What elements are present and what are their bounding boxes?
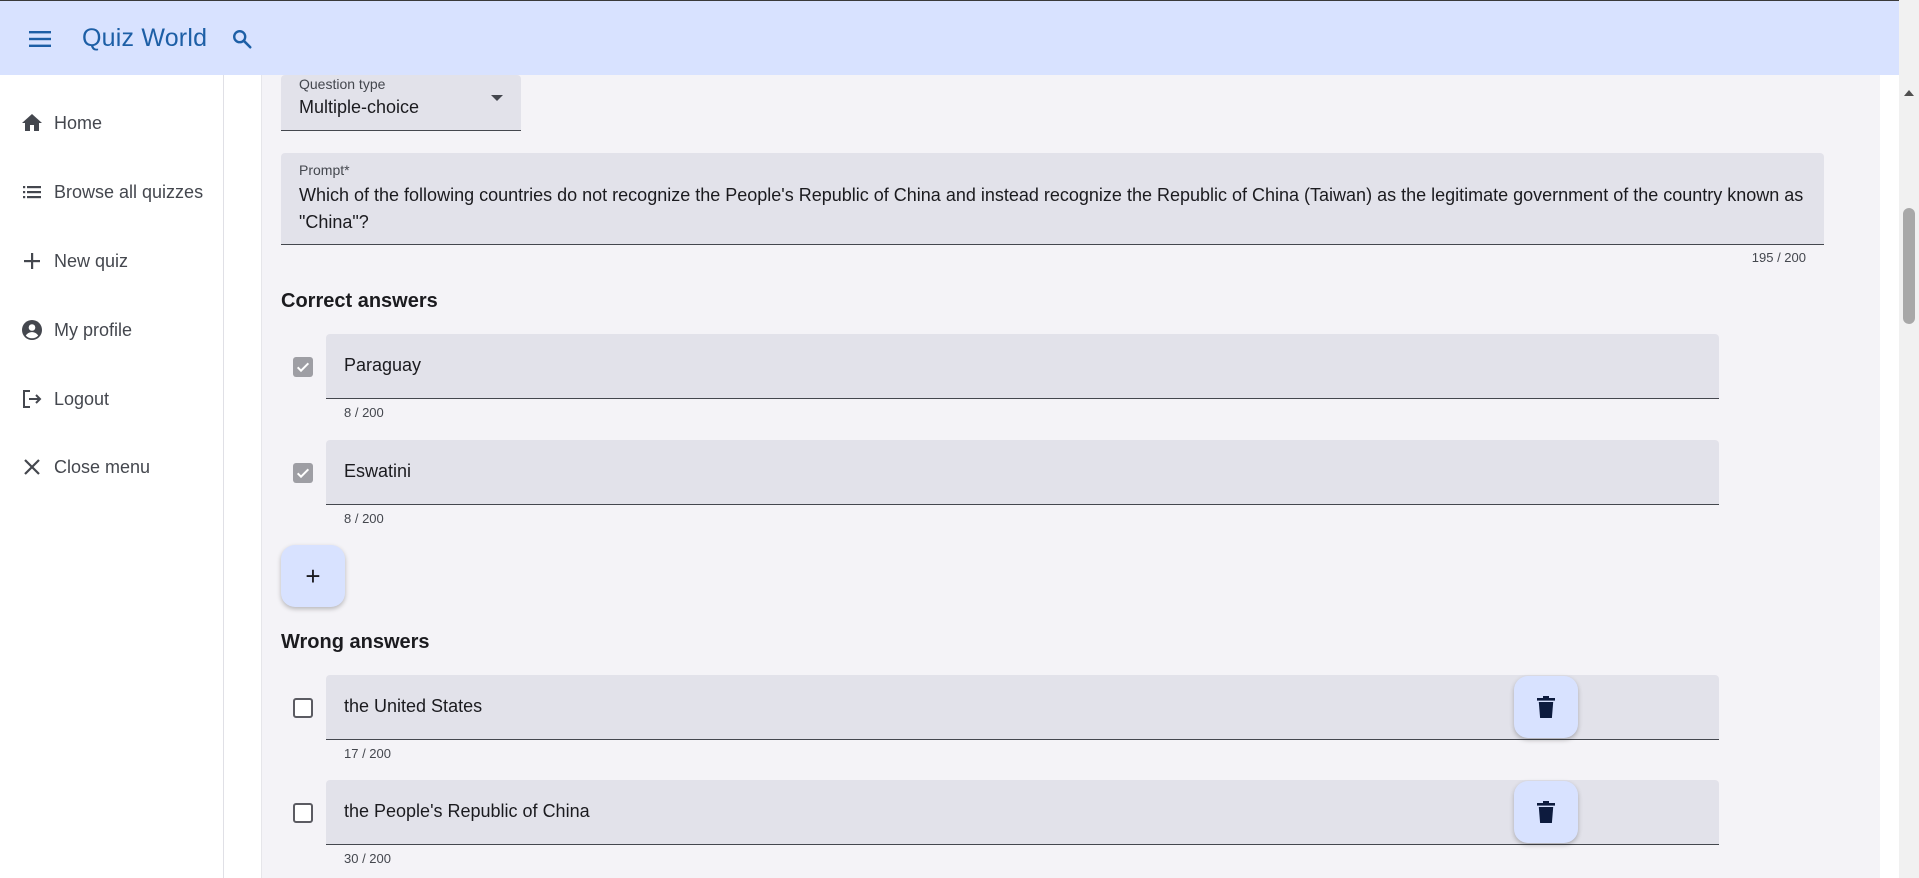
wrong-answers-heading: Wrong answers	[281, 631, 430, 653]
close-icon	[19, 454, 45, 480]
check-icon	[296, 468, 310, 479]
answer-input-value: the People's Republic of China	[344, 801, 590, 821]
account-circle-icon	[19, 317, 45, 343]
prompt-text[interactable]: Which of the following countries do not …	[299, 182, 1804, 236]
sidebar-item-browse-all-quizzes[interactable]: Browse all quizzes	[0, 166, 224, 218]
answer-input[interactable]: Eswatini	[326, 440, 1719, 505]
answer-input[interactable]: Paraguay	[326, 334, 1719, 399]
trash-icon	[1537, 801, 1555, 823]
add-correct-answer-button[interactable]: +	[281, 545, 345, 607]
scrollbar-thumb[interactable]	[1903, 208, 1915, 324]
wrong-answer-checkbox[interactable]	[293, 803, 313, 823]
answer-character-counter: 30 / 200	[344, 851, 391, 866]
delete-answer-button[interactable]	[1514, 781, 1578, 843]
sidebar-item-label: My profile	[54, 319, 133, 340]
sidebar-item-label: Browse all quizzes	[54, 181, 204, 202]
answer-input-value: Eswatini	[344, 461, 412, 481]
answer-character-counter: 8 / 200	[344, 511, 384, 526]
answer-input-value: the United States	[344, 696, 483, 716]
wrong-answer-row: the United States 17 / 200	[281, 675, 1719, 765]
page-scrollbar[interactable]	[1899, 0, 1919, 878]
dropdown-arrow-icon	[491, 95, 503, 101]
content-gutter	[225, 75, 261, 878]
wrong-answer-checkbox[interactable]	[293, 698, 313, 718]
question-type-value: Multiple-choice	[299, 97, 420, 117]
check-icon	[296, 362, 310, 373]
prompt-textarea[interactable]: Prompt* Which of the following countries…	[281, 153, 1824, 245]
sidebar-item-label: Close menu	[54, 456, 151, 477]
hamburger-menu-icon	[29, 31, 51, 47]
question-type-label: Question type	[299, 76, 386, 92]
plus-icon	[19, 248, 45, 274]
sidebar-item-label: Home	[54, 112, 103, 133]
answer-character-counter: 8 / 200	[344, 405, 384, 420]
sidebar-item-new-quiz[interactable]: New quiz	[0, 235, 224, 287]
sidebar-item-label: New quiz	[54, 250, 129, 271]
correct-answer-row: Paraguay 8 / 200	[281, 334, 1719, 424]
sidebar-item-logout[interactable]: Logout	[0, 373, 224, 425]
sidebar-item-my-profile[interactable]: My profile	[0, 304, 224, 356]
answer-input[interactable]: the People's Republic of China	[326, 780, 1719, 845]
correct-answer-checkbox[interactable]	[293, 463, 313, 483]
sidebar-nav: Home Browse all quizzes New quiz My prof…	[0, 75, 224, 878]
question-type-select[interactable]: Question type Multiple-choice	[281, 75, 521, 131]
sidebar-item-close-menu[interactable]: Close menu	[0, 441, 224, 493]
answer-character-counter: 17 / 200	[344, 746, 391, 761]
top-app-bar: Quiz World	[0, 0, 1899, 75]
prompt-label: Prompt*	[299, 162, 350, 178]
home-icon	[19, 110, 45, 136]
correct-answer-row: Eswatini 8 / 200	[281, 440, 1719, 530]
list-icon	[19, 179, 45, 205]
trash-icon	[1537, 696, 1555, 718]
plus-icon: +	[305, 560, 321, 591]
search-icon	[233, 30, 252, 49]
app-title[interactable]: Quiz World	[82, 24, 207, 53]
sidebar-item-home[interactable]: Home	[0, 97, 224, 149]
content-gutter-right	[1880, 75, 1899, 878]
sidebar-item-label: Logout	[54, 388, 110, 409]
search-button[interactable]	[228, 25, 256, 53]
correct-answer-checkbox[interactable]	[293, 357, 313, 377]
menu-button[interactable]	[24, 25, 56, 53]
scroll-up-arrow-icon[interactable]	[1904, 90, 1914, 96]
answer-input[interactable]: the United States	[326, 675, 1719, 740]
logout-icon	[19, 386, 45, 412]
correct-answers-heading: Correct answers	[281, 290, 438, 312]
wrong-answer-row: the People's Republic of China 30 / 200	[281, 780, 1719, 870]
prompt-character-counter: 195 / 200	[1751, 250, 1806, 265]
answer-input-value: Paraguay	[344, 355, 422, 375]
delete-answer-button[interactable]	[1514, 676, 1578, 738]
